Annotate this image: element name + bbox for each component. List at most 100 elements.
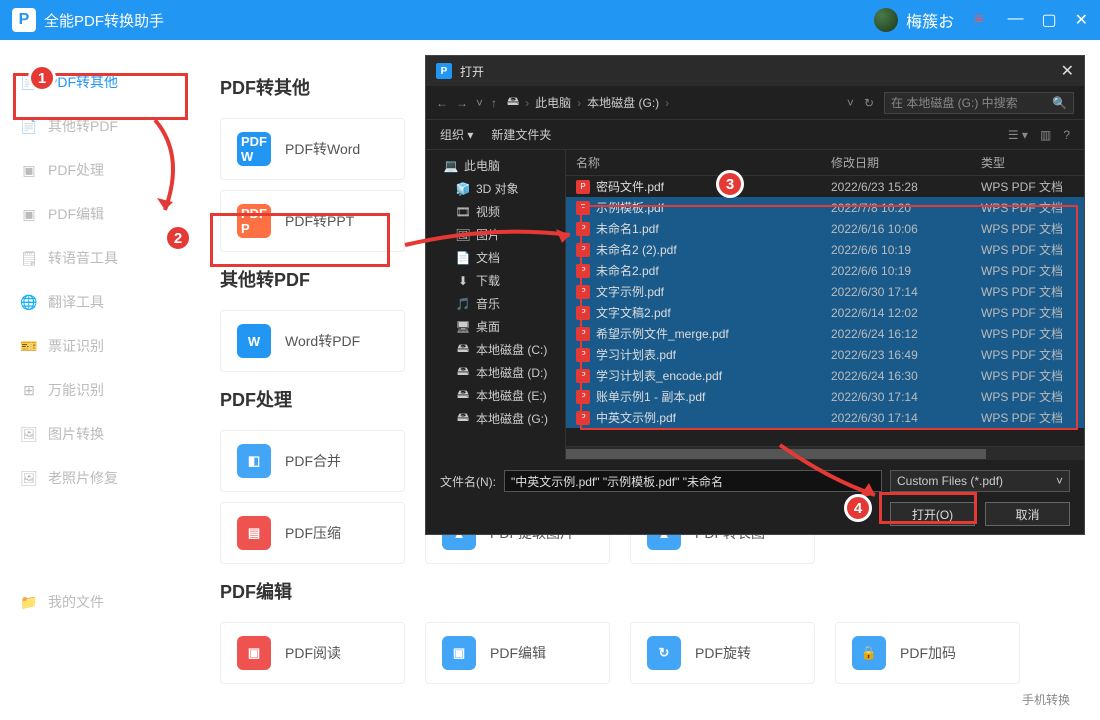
maximize-button[interactable]: ▢ bbox=[1041, 10, 1056, 30]
pdf-icon: P bbox=[576, 180, 590, 194]
tree-item[interactable]: 💻此电脑 bbox=[426, 154, 565, 177]
file-row[interactable]: P学习计划表.pdf2022/6/23 16:49WPS PDF 文档 bbox=[566, 344, 1084, 365]
card-pdf-encrypt[interactable]: 🔒PDF加码 bbox=[835, 622, 1020, 684]
nav-forward-button[interactable]: → bbox=[456, 96, 468, 110]
pdf-icon: P bbox=[576, 264, 590, 278]
sidebar-item-image[interactable]: 🖼图片转换 bbox=[0, 412, 190, 456]
nav-history-button[interactable]: ˅ bbox=[476, 96, 483, 110]
refresh-button[interactable]: ↻ bbox=[864, 96, 874, 110]
pdf-icon: P bbox=[576, 306, 590, 320]
file-row[interactable]: P希望示例文件_merge.pdf2022/6/24 16:12WPS PDF … bbox=[566, 323, 1084, 344]
card-pdf-read[interactable]: ▣PDF阅读 bbox=[220, 622, 405, 684]
card-word-to-pdf[interactable]: WWord转PDF bbox=[220, 310, 405, 372]
rotate-icon: ↻ bbox=[647, 636, 681, 670]
disk-icon: 🖴 bbox=[456, 412, 470, 426]
dialog-logo-icon: P bbox=[436, 63, 452, 79]
file-row[interactable]: P文字文稿2.pdf2022/6/14 12:02WPS PDF 文档 bbox=[566, 302, 1084, 323]
annotation-arrow-icon bbox=[400, 220, 580, 260]
voice-icon: 🗒 bbox=[20, 249, 38, 267]
chevron-down-icon[interactable]: ˅ bbox=[847, 96, 854, 110]
organize-button[interactable]: 组织 ▾ bbox=[440, 126, 473, 143]
edit-icon: ▣ bbox=[20, 205, 38, 223]
file-row[interactable]: P账单示例1 - 副本.pdf2022/6/30 17:14WPS PDF 文档 bbox=[566, 386, 1084, 407]
titlebar: P 全能PDF转换助手 梅簇お ≡ — ▢ ✕ bbox=[0, 0, 1100, 40]
disk-icon: 🖴 bbox=[456, 366, 470, 380]
col-type[interactable]: 类型 bbox=[981, 154, 1074, 171]
nav-up-button[interactable]: ↑ bbox=[491, 96, 497, 110]
word-icon: W bbox=[237, 324, 271, 358]
file-row[interactable]: P示例模板.pdf2022/7/8 10:20WPS PDF 文档 bbox=[566, 197, 1084, 218]
col-date[interactable]: 修改日期 bbox=[831, 154, 981, 171]
file-row[interactable]: P文字示例.pdf2022/6/30 17:14WPS PDF 文档 bbox=[566, 281, 1084, 302]
sidebar-item-voice[interactable]: 🗒转语音工具 bbox=[0, 236, 190, 280]
3d-icon: 🧊 bbox=[456, 182, 470, 196]
file-filter-select[interactable]: Custom Files (*.pdf)˅ bbox=[890, 470, 1070, 492]
disk-icon: 🖴 bbox=[507, 92, 519, 113]
file-row[interactable]: P密码文件.pdf2022/6/23 15:28WPS PDF 文档 bbox=[566, 176, 1084, 197]
tree-item[interactable]: 🖴本地磁盘 (D:) bbox=[426, 361, 565, 384]
ticket-icon: 🎫 bbox=[20, 337, 38, 355]
preview-button[interactable]: ▥ bbox=[1040, 128, 1051, 142]
sidebar-item-ticket[interactable]: 🎫票证识别 bbox=[0, 324, 190, 368]
cancel-button[interactable]: 取消 bbox=[985, 502, 1070, 526]
search-input[interactable]: 在 本地磁盘 (G:) 中搜索 🔍 bbox=[884, 92, 1074, 114]
step-badge-4: 4 bbox=[844, 494, 872, 522]
minimize-button[interactable]: — bbox=[1007, 10, 1023, 30]
sidebar-item-ocr[interactable]: ⊞万能识别 bbox=[0, 368, 190, 412]
card-pdf-rotate[interactable]: ↻PDF旋转 bbox=[630, 622, 815, 684]
file-row[interactable]: P未命名2.pdf2022/6/6 10:19WPS PDF 文档 bbox=[566, 260, 1084, 281]
nav-back-button[interactable]: ← bbox=[436, 96, 448, 110]
menu-icon[interactable]: ≡ bbox=[974, 11, 983, 29]
username: 梅簇お bbox=[906, 8, 954, 32]
bottom-label: 手机转换 bbox=[1022, 691, 1070, 708]
tree-item[interactable]: 🖴本地磁盘 (C:) bbox=[426, 338, 565, 361]
file-row[interactable]: P学习计划表_encode.pdf2022/6/24 16:30WPS PDF … bbox=[566, 365, 1084, 386]
read-icon: ▣ bbox=[237, 636, 271, 670]
tree-item[interactable]: ⬇下载 bbox=[426, 269, 565, 292]
merge-icon: ◧ bbox=[237, 444, 271, 478]
pdf-icon: P bbox=[576, 390, 590, 404]
annotation-box-2 bbox=[210, 213, 390, 267]
step-badge-1: 1 bbox=[28, 64, 56, 92]
dialog-close-button[interactable]: ✕ bbox=[1061, 61, 1074, 81]
video-icon: 🎞 bbox=[456, 205, 470, 219]
window-buttons: — ▢ ✕ bbox=[1007, 10, 1088, 30]
file-row[interactable]: P中英文示例.pdf2022/6/30 17:14WPS PDF 文档 bbox=[566, 407, 1084, 428]
ocr-icon: ⊞ bbox=[20, 381, 38, 399]
avatar-icon bbox=[874, 8, 898, 32]
tree-item[interactable]: 🎵音乐 bbox=[426, 292, 565, 315]
edit-icon: ▣ bbox=[442, 636, 476, 670]
close-button[interactable]: ✕ bbox=[1075, 10, 1088, 30]
dialog-toolbar: 组织 ▾ 新建文件夹 ☰ ▾ ▥ ? bbox=[426, 120, 1084, 150]
section-title: PDF编辑 bbox=[220, 578, 1070, 604]
view-button[interactable]: ☰ ▾ bbox=[1008, 128, 1028, 142]
col-name[interactable]: 名称 bbox=[576, 154, 831, 171]
open-button[interactable]: 打开(O) bbox=[890, 502, 975, 526]
tree-item[interactable]: 🧊3D 对象 bbox=[426, 177, 565, 200]
tree-item[interactable]: 🖴本地磁盘 (E:) bbox=[426, 384, 565, 407]
user-area[interactable]: 梅簇お bbox=[874, 8, 954, 32]
tree-item[interactable]: 🖴本地磁盘 (G:) bbox=[426, 407, 565, 430]
filename-label: 文件名(N): bbox=[440, 473, 496, 490]
file-open-dialog: P 打开 ✕ ← → ˅ ↑ 🖴 › 此电脑 › 本地磁盘 (G:) › ˅ ↻… bbox=[425, 55, 1085, 535]
sidebar-item-myfiles[interactable]: 📁我的文件 bbox=[0, 580, 190, 624]
file-row[interactable]: P未命名1.pdf2022/6/16 10:06WPS PDF 文档 bbox=[566, 218, 1084, 239]
file-row[interactable]: P未命名2 (2).pdf2022/6/6 10:19WPS PDF 文档 bbox=[566, 239, 1084, 260]
breadcrumb[interactable]: 🖴 › 此电脑 › 本地磁盘 (G:) › bbox=[507, 92, 837, 113]
sidebar-item-translate[interactable]: 🌐翻译工具 bbox=[0, 280, 190, 324]
new-folder-button[interactable]: 新建文件夹 bbox=[491, 126, 551, 143]
card-pdf-edit[interactable]: ▣PDF编辑 bbox=[425, 622, 610, 684]
card-pdf-compress[interactable]: ▤PDF压缩 bbox=[220, 502, 405, 564]
step-badge-3: 3 bbox=[716, 170, 744, 198]
help-button[interactable]: ? bbox=[1063, 128, 1070, 142]
sidebar-item-photo[interactable]: 🖼老照片修复 bbox=[0, 456, 190, 500]
dialog-tree: 💻此电脑🧊3D 对象🎞视频🖼图片📄文档⬇下载🎵音乐🖥桌面🖴本地磁盘 (C:)🖴本… bbox=[426, 150, 566, 460]
card-pdf-merge[interactable]: ◧PDF合并 bbox=[220, 430, 405, 492]
disk-icon: 🖴 bbox=[456, 389, 470, 403]
pdf-icon: P bbox=[576, 348, 590, 362]
tree-item[interactable]: 🖥桌面 bbox=[426, 315, 565, 338]
search-icon: 🔍 bbox=[1052, 96, 1067, 110]
dialog-titlebar: P 打开 ✕ bbox=[426, 56, 1084, 86]
card-pdf-to-word[interactable]: PDFWPDF转Word bbox=[220, 118, 405, 180]
dialog-file-list: 名称 修改日期 类型 P密码文件.pdf2022/6/23 15:28WPS P… bbox=[566, 150, 1084, 460]
